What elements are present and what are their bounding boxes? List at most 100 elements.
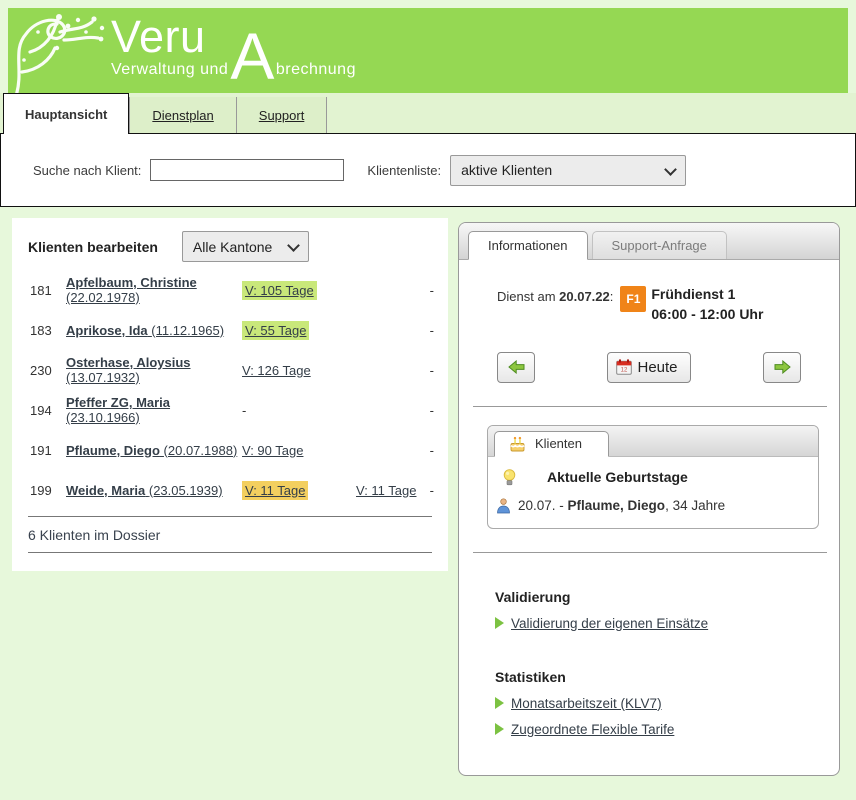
client-name-link[interactable]: Pfeffer ZG, Maria (23.10.1966) [66,395,170,425]
client-name-link[interactable]: Weide, Maria (23.05.1939) [66,483,223,498]
next-day-button[interactable] [763,352,801,383]
flexible-tarife-link[interactable]: Zugeordnete Flexible Tarife [511,722,674,737]
client-name-link[interactable]: Aprikose, Ida (11.12.1965) [66,323,224,338]
divider [28,552,432,553]
tab-informationen[interactable]: Informationen [468,231,588,260]
empty-value: - [426,283,434,298]
main-content: Klienten bearbeiten Alle Kantone 181 Apf… [0,207,856,776]
triangle-bullet-icon [495,723,504,735]
person-icon [496,498,511,514]
lightbulb-icon [502,469,517,486]
vacation-days-link[interactable]: V: 55 Tage [242,321,309,340]
info-panel: Informationen Support-Anfrage Dienst am … [458,222,840,776]
floral-ornament-icon [10,8,118,93]
main-nav-tabs: Hauptansicht Dienstplan Support [0,93,856,133]
birthday-name: Pflaume, Diego [568,498,666,513]
empty-value: - [426,403,434,418]
monatsarbeitszeit-link[interactable]: Monatsarbeitszeit (KLV7) [511,696,662,711]
app-header: Veru Verwaltung und A brechnung [8,8,848,93]
divider [473,406,827,407]
statistiken-title: Statistiken [495,669,829,685]
klienten-box-tabs: Klienten [488,426,818,457]
vacation-days-link-2[interactable]: V: 11 Tage [356,483,416,498]
shift-time: 06:00 - 12:00 Uhr [651,304,763,324]
tab-hauptansicht[interactable]: Hauptansicht [3,93,129,134]
client-id: 183 [30,323,66,338]
tab-dienstplan[interactable]: Dienstplan [129,97,236,133]
client-id: 230 [30,363,66,378]
vacation-days-link[interactable]: V: 90 Tage [242,443,303,458]
canton-select[interactable]: Alle Kantone [182,231,309,262]
client-row: 199 Weide, Maria (23.05.1939) V: 11 Tage… [12,470,448,510]
empty-value: - [426,483,434,498]
info-panel-tabs: Informationen Support-Anfrage [459,223,839,260]
client-row: 191 Pflaume, Diego (20.07.1988) V: 90 Ta… [12,430,448,470]
tab-support[interactable]: Support [237,97,328,133]
klienten-box: Klienten Aktuelle Geburtstage [487,425,819,529]
tab-label: Support [259,108,305,123]
app-logo: Veru Verwaltung und A brechnung [111,16,356,79]
tab-support-anfrage[interactable]: Support-Anfrage [592,231,727,259]
logo-tagline-right: brechnung [276,61,356,79]
duty-prefix: Dienst am [497,289,559,304]
calendar-icon: 12 [616,359,632,375]
empty-value: - [426,443,434,458]
triangle-bullet-icon [495,617,504,629]
arrow-left-icon [508,360,525,374]
empty-value: - [426,323,434,338]
birthday-date: 20.07. - [518,498,568,513]
today-label: Heute [637,359,677,376]
client-row: 194 Pfeffer ZG, Maria (23.10.1966) - - [12,390,448,430]
klienten-box-title: Klienten [535,436,582,451]
client-id: 181 [30,283,66,298]
logo-tagline-left: Verwaltung und [111,61,228,79]
today-button[interactable]: 12 Heute [607,352,690,383]
empty-value: - [242,403,246,418]
birthday-entry-row: 20.07. - Pflaume, Diego, 34 Jahre [496,498,808,514]
vacation-days-link[interactable]: V: 105 Tage [242,281,317,300]
vacation-days-link[interactable]: V: 126 Tage [242,363,311,378]
tab-klienten[interactable]: Klienten [494,431,609,457]
vacation-days-link[interactable]: V: 11 Tage [242,481,308,500]
validierung-title: Validierung [495,589,829,605]
date-navigation: 12 Heute [497,352,801,383]
client-count: 6 Klienten im Dossier [12,517,448,552]
client-row: 181 Apfelbaum, Christine (22.02.1978) V:… [12,270,448,310]
search-input[interactable] [150,159,344,181]
client-list-select[interactable]: aktive Klienten [450,155,686,186]
triangle-bullet-icon [495,697,504,709]
clients-panel-title: Klienten bearbeiten [28,239,158,255]
logo-main-text: Veru [111,16,228,59]
clients-panel: Klienten bearbeiten Alle Kantone 181 Apf… [12,218,448,571]
tab-label: Hauptansicht [25,107,107,122]
statistiken-section: Statistiken Monatsarbeitszeit (KLV7) Zug… [495,669,829,737]
client-id: 194 [30,403,66,418]
birthday-age: , 34 Jahre [665,498,725,513]
shift-f1-badge: F1 [620,286,646,312]
client-id: 199 [30,483,66,498]
search-label: Suche nach Klient: [33,163,141,178]
search-section: Suche nach Klient: Klientenliste: aktive… [0,133,856,207]
empty-value: - [426,363,434,378]
birthdays-title: Aktuelle Geburtstage [547,469,688,485]
validierung-link[interactable]: Validierung der eigenen Einsätze [511,616,708,631]
client-list-label: Klientenliste: [367,163,441,178]
client-name-link[interactable]: Apfelbaum, Christine (22.02.1978) [66,275,197,305]
previous-day-button[interactable] [497,352,535,383]
divider [473,552,827,553]
client-name-link[interactable]: Osterhase, Aloysius (13.07.1932) [66,355,191,385]
validierung-section: Validierung Validierung der eigenen Eins… [495,589,829,631]
logo-accent-letter: A [230,31,275,82]
duty-date: 20.07.22 [559,289,610,304]
client-id: 191 [30,443,66,458]
svg-text:12: 12 [621,368,628,374]
client-row: 230 Osterhase, Aloysius (13.07.1932) V: … [12,350,448,390]
tab-label: Support-Anfrage [612,238,707,253]
shift-name: Frühdienst 1 [651,284,763,304]
birthdays-header-row: Aktuelle Geburtstage [502,469,808,486]
duty-info-row: Dienst am 20.07.22: F1 Frühdienst 1 06:0… [497,284,829,325]
client-row: 183 Aprikose, Ida (11.12.1965) V: 55 Tag… [12,310,448,350]
tab-label: Dienstplan [152,108,213,123]
client-name-link[interactable]: Pflaume, Diego (20.07.1988) [66,443,237,458]
arrow-right-icon [774,360,791,374]
